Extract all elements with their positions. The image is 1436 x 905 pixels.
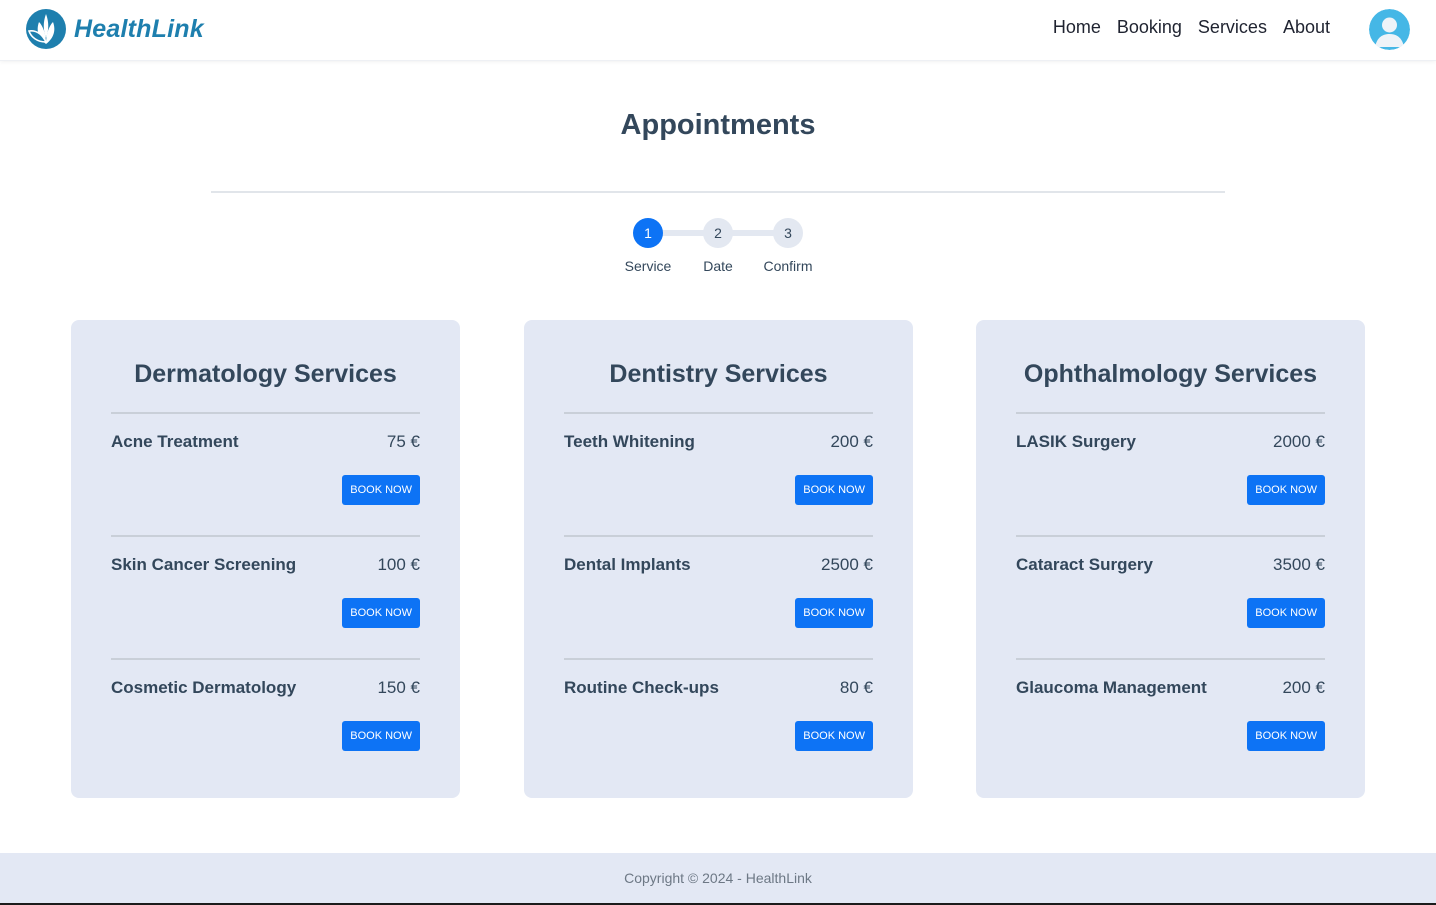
book-now-button[interactable]: BOOK NOW [342, 598, 420, 628]
book-now-button[interactable]: BOOK NOW [1247, 598, 1325, 628]
step-number: 1 [633, 218, 663, 248]
service-name: Acne Treatment [111, 432, 239, 451]
divider [211, 191, 1225, 193]
service-name: Skin Cancer Screening [111, 555, 297, 574]
book-now-button[interactable]: BOOK NOW [795, 721, 873, 751]
card-ophthalmology: Ophthalmology Services LASIK Surgery 200… [976, 320, 1365, 798]
step-confirm[interactable]: 3 Confirm [758, 218, 818, 274]
service-item: Glaucoma Management 200 € BOOK NOW [1016, 658, 1325, 781]
nav-booking[interactable]: Booking [1117, 17, 1182, 38]
book-now-button[interactable]: BOOK NOW [795, 598, 873, 628]
nav-menu: Home Booking Services About [1053, 17, 1330, 38]
copyright-text: Copyright © 2024 - HealthLink [624, 870, 812, 886]
book-now-button[interactable]: BOOK NOW [342, 721, 420, 751]
brand-name: HealthLink [74, 14, 204, 43]
service-item: Cosmetic Dermatology 150 € BOOK NOW [111, 658, 420, 781]
booking-stepper: 1 Service 2 Date 3 Confirm [618, 218, 818, 278]
nav-about[interactable]: About [1283, 17, 1330, 38]
service-price: 100 € [377, 555, 420, 574]
service-price: 200 € [1282, 678, 1325, 697]
service-item: LASIK Surgery 2000 € BOOK NOW [1016, 412, 1325, 535]
service-price: 2000 € [1273, 432, 1325, 451]
service-item: Skin Cancer Screening 100 € BOOK NOW [111, 535, 420, 658]
footer: Copyright © 2024 - HealthLink [0, 853, 1436, 903]
service-name: Routine Check-ups [564, 678, 719, 697]
service-name: Cataract Surgery [1016, 555, 1154, 574]
step-service[interactable]: 1 Service [618, 218, 678, 274]
service-price: 150 € [377, 678, 420, 697]
nav-home[interactable]: Home [1053, 17, 1101, 38]
service-item: Acne Treatment 75 € BOOK NOW [111, 412, 420, 535]
service-name: Cosmetic Dermatology [111, 678, 297, 697]
step-date[interactable]: 2 Date [688, 218, 748, 274]
service-name: Teeth Whitening [564, 432, 695, 451]
page-title: Appointments [620, 109, 816, 141]
brand[interactable]: HealthLink [25, 8, 204, 50]
card-dermatology: Dermatology Services Acne Treatment 75 €… [71, 320, 460, 798]
user-avatar[interactable] [1369, 9, 1410, 50]
service-price: 3500 € [1273, 555, 1325, 574]
service-price: 200 € [830, 432, 873, 451]
card-title: Ophthalmology Services [1023, 360, 1318, 388]
service-price: 2500 € [821, 555, 873, 574]
service-price: 75 € [386, 432, 420, 451]
card-title: Dermatology Services [134, 360, 397, 388]
step-label: Date [703, 258, 733, 274]
book-now-button[interactable]: BOOK NOW [795, 475, 873, 505]
service-name: Glaucoma Management [1016, 678, 1207, 697]
user-avatar-icon [1369, 9, 1410, 50]
nav-services[interactable]: Services [1198, 17, 1267, 38]
step-number: 3 [773, 218, 803, 248]
service-item: Teeth Whitening 200 € BOOK NOW [564, 412, 873, 535]
step-label: Confirm [763, 258, 813, 274]
step-label: Service [624, 258, 672, 274]
leaf-logo-icon [26, 9, 66, 49]
service-item: Dental Implants 2500 € BOOK NOW [564, 535, 873, 658]
book-now-button[interactable]: BOOK NOW [1247, 475, 1325, 505]
card-dentistry: Dentistry Services Teeth Whitening 200 €… [524, 320, 913, 798]
book-now-button[interactable]: BOOK NOW [342, 475, 420, 505]
service-price: 80 € [839, 678, 873, 697]
card-title: Dentistry Services [609, 360, 828, 388]
navbar: HealthLink Home Booking Services About [0, 0, 1436, 61]
service-item: Routine Check-ups 80 € BOOK NOW [564, 658, 873, 781]
service-name: LASIK Surgery [1016, 432, 1136, 451]
service-item: Cataract Surgery 3500 € BOOK NOW [1016, 535, 1325, 658]
service-name: Dental Implants [564, 555, 691, 574]
step-number: 2 [703, 218, 733, 248]
book-now-button[interactable]: BOOK NOW [1247, 721, 1325, 751]
